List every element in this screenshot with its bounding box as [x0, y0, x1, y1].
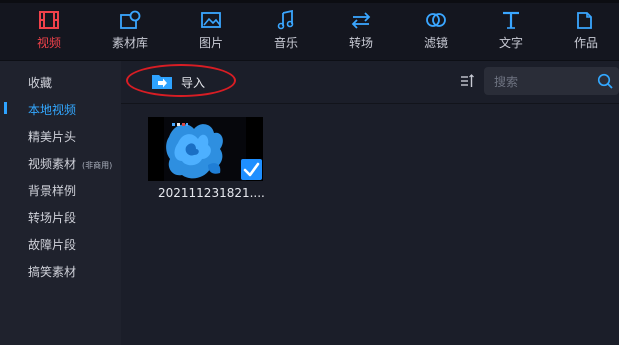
tab-works[interactable]: 作品	[548, 10, 619, 56]
top-tab-bar: 视频 素材库 图片 音乐 转场 滤镜 文字 作品	[0, 0, 619, 61]
sort-icon[interactable]	[460, 74, 474, 88]
film-icon	[38, 10, 60, 30]
tab-label: 素材库	[111, 36, 148, 50]
sidebar-item-note: (非商用)	[82, 161, 113, 170]
tab-filter[interactable]: 滤镜	[398, 10, 474, 56]
checkmark-icon	[243, 162, 260, 177]
sidebar-item-label: 精美片头	[28, 130, 77, 144]
sidebar-item-label: 背景样例	[28, 184, 77, 198]
tab-label: 图片	[198, 36, 223, 50]
blue-rose-image	[166, 123, 223, 179]
sidebar-item-favorites[interactable]: 收藏	[28, 74, 52, 91]
text-icon	[500, 10, 522, 30]
media-library-icon	[119, 10, 141, 30]
transition-icon	[350, 10, 372, 30]
tab-music[interactable]: 音乐	[248, 10, 324, 56]
sidebar-item-backgrounds[interactable]: 背景样例	[28, 182, 76, 199]
tab-label: 音乐	[273, 36, 298, 50]
file-name: 202111231821....	[158, 186, 265, 200]
tab-label: 转场	[348, 36, 373, 50]
sidebar-item-label: 视频素材	[28, 157, 77, 171]
tab-label: 视频	[36, 36, 61, 50]
active-indicator	[4, 102, 7, 114]
sidebar-item-funny-assets[interactable]: 搞笑素材	[28, 263, 76, 280]
annotation-circle	[126, 64, 236, 97]
selected-checkbox[interactable]	[241, 159, 262, 180]
tab-image[interactable]: 图片	[173, 10, 249, 56]
folder-icon	[575, 10, 597, 30]
search-input[interactable]	[492, 72, 596, 92]
tab-video[interactable]: 视频	[11, 10, 87, 56]
sidebar-item-label: 本地视频	[28, 103, 77, 117]
tab-label: 作品	[573, 36, 598, 50]
toolbar-divider	[121, 103, 619, 104]
search-icon[interactable]	[597, 73, 613, 89]
sidebar-item-video-assets[interactable]: 视频素材 (非商用)	[28, 155, 112, 172]
image-icon	[200, 10, 222, 30]
sidebar-item-intros[interactable]: 精美片头	[28, 128, 76, 145]
sidebar-item-transition-clips[interactable]: 转场片段	[28, 209, 76, 226]
tab-text[interactable]: 文字	[473, 10, 549, 56]
search-box	[484, 67, 619, 95]
top-border	[0, 0, 619, 3]
tab-media-library[interactable]: 素材库	[92, 10, 168, 56]
sidebar-item-local-video[interactable]: 本地视频	[28, 101, 76, 118]
filter-icon	[425, 10, 447, 30]
tab-label: 滤镜	[423, 36, 448, 50]
music-icon	[275, 10, 297, 30]
thumbnail-frame	[164, 117, 246, 181]
sidebar-item-label: 故障片段	[28, 238, 77, 252]
sidebar-item-glitch-clips[interactable]: 故障片段	[28, 236, 76, 253]
tab-transition[interactable]: 转场	[323, 10, 399, 56]
sidebar-item-label: 转场片段	[28, 211, 77, 225]
sidebar-item-label: 搞笑素材	[28, 265, 77, 279]
tab-label: 文字	[498, 36, 523, 50]
sidebar-item-label: 收藏	[28, 76, 53, 90]
